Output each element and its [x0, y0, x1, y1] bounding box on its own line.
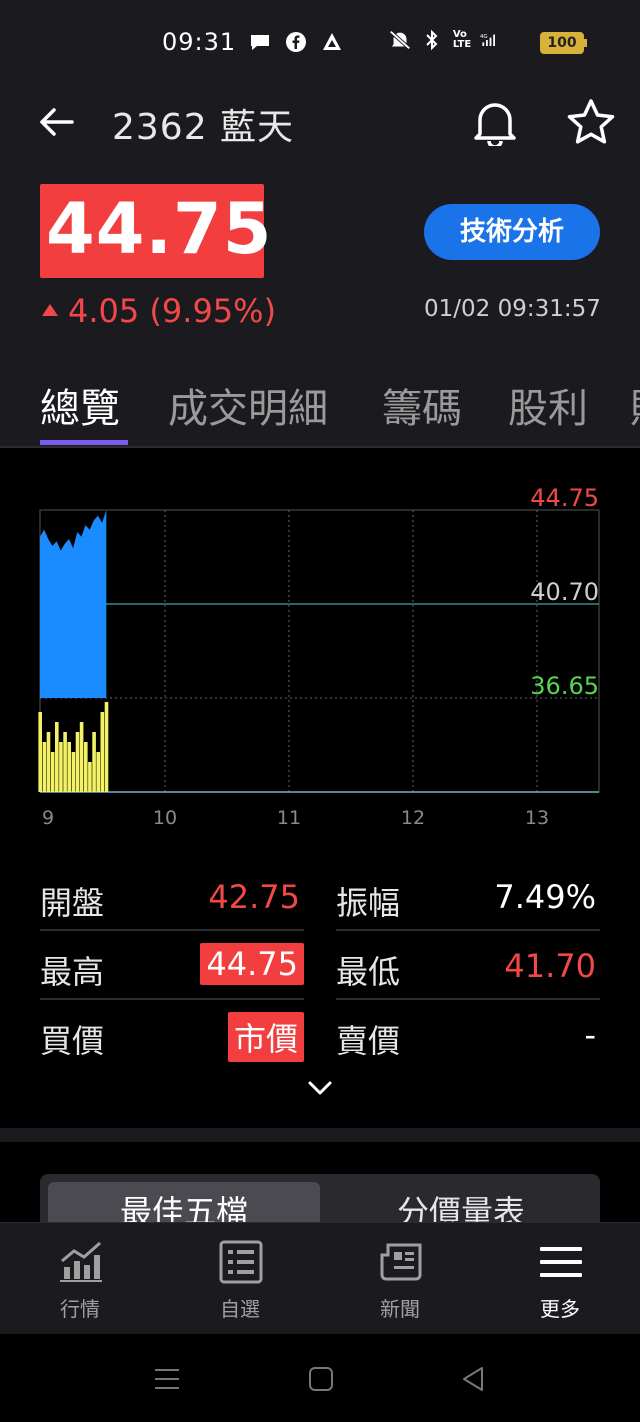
volume-bar — [84, 742, 88, 792]
volume-bar — [55, 722, 59, 792]
up-triangle-icon — [42, 304, 58, 316]
price-label-low: 36.65 — [530, 672, 599, 700]
mute-icon — [388, 28, 412, 52]
low-value: 41.70 — [504, 947, 596, 985]
back-arrow-icon[interactable] — [36, 102, 76, 142]
bluetooth-icon — [420, 28, 444, 52]
ask-value: - — [584, 1016, 596, 1054]
status-bar: 09:31 Vo LTE 4G 100 — [0, 0, 640, 86]
high-value: 44.75 — [200, 943, 304, 985]
bid-label: 買價 — [40, 1022, 105, 1060]
volume-bar — [92, 732, 96, 792]
volume-bar — [100, 712, 105, 792]
x-tick-12: 12 — [401, 807, 425, 829]
technical-analysis-button[interactable]: 技術分析 — [424, 204, 600, 260]
tab-bar: 總覽 成交明細 籌碼 股利 財 — [0, 370, 640, 448]
bell-icon[interactable] — [472, 98, 518, 146]
back-icon[interactable] — [458, 1364, 488, 1394]
page-title: 2362 藍天 — [112, 107, 295, 148]
volume-bar — [104, 702, 109, 792]
facebook-icon — [284, 30, 308, 54]
volume-bar — [42, 742, 47, 792]
signal-icon: 4G — [480, 28, 504, 52]
quote-stats: 開盤 42.75 振幅 7.49% 最高 44.75 最低 41.70 買價 市… — [40, 862, 600, 1069]
price-area — [40, 510, 107, 698]
tab-more-cutoff[interactable]: 財 — [630, 376, 640, 434]
open-value: 42.75 — [208, 878, 300, 916]
ask-label: 賣價 — [336, 1022, 401, 1060]
volume-bar — [38, 712, 42, 792]
bottom-nav: 行情 自選 新聞 更多 — [0, 1222, 640, 1334]
nav-news[interactable]: 新聞 — [320, 1223, 480, 1335]
home-icon[interactable] — [306, 1364, 336, 1394]
chart-canvas: 44.75 40.70 36.65 9 10 11 12 13 — [38, 484, 600, 829]
volume-bar — [63, 732, 67, 792]
stat-row: 開盤 42.75 振幅 7.49% — [40, 862, 600, 931]
star-icon[interactable] — [566, 98, 616, 146]
volume-bar — [71, 752, 76, 792]
news-icon — [380, 1243, 422, 1281]
nav-more[interactable]: 更多 — [480, 1223, 640, 1335]
volume-bar — [46, 732, 51, 792]
best-five-tab[interactable]: 最佳五檔 — [48, 1182, 320, 1222]
volume-bar — [88, 762, 92, 792]
low-label: 最低 — [336, 953, 401, 991]
high-label: 最高 — [40, 953, 105, 991]
amplitude-label: 振幅 — [336, 884, 401, 922]
volume-bar — [96, 752, 100, 792]
system-nav-bar — [0, 1334, 640, 1422]
volte-icon: Vo LTE — [452, 29, 472, 50]
status-time: 09:31 — [162, 28, 237, 56]
current-price: 44.75 — [40, 184, 271, 278]
volume-bar — [67, 742, 71, 792]
tab-transaction-details[interactable]: 成交明細 — [168, 376, 328, 434]
quote-timestamp: 01/02 09:31:57 — [424, 296, 601, 322]
battery-icon: 100 — [540, 32, 587, 54]
tab-chips[interactable]: 籌碼 — [382, 376, 462, 434]
volume-bar — [59, 742, 63, 792]
x-tick-10: 10 — [153, 807, 177, 829]
nav-market[interactable]: 行情 — [0, 1223, 160, 1335]
tab-dividend[interactable]: 股利 — [508, 376, 588, 434]
x-tick-13: 13 — [525, 807, 549, 829]
list-icon — [219, 1240, 263, 1284]
nav-watchlist[interactable]: 自選 — [160, 1223, 320, 1335]
amplitude-value: 7.49% — [494, 878, 596, 916]
x-tick-11: 11 — [277, 807, 301, 829]
menu-icon — [540, 1247, 582, 1277]
svg-text:4G: 4G — [480, 34, 488, 40]
stat-row: 最高 44.75 最低 41.70 — [40, 931, 600, 1000]
app-icon — [320, 30, 344, 54]
tab-active-indicator — [40, 440, 128, 445]
stat-row: 買價 市價 賣價 - — [40, 1000, 600, 1069]
price-change: 4.05 (9.95%) — [42, 292, 276, 330]
volume-bar — [50, 752, 55, 792]
price-volume-tab[interactable]: 分價量表 — [330, 1182, 592, 1222]
order-book-section: 最佳五檔 分價量表 — [0, 1142, 640, 1222]
segmented-control: 最佳五檔 分價量表 — [40, 1174, 600, 1222]
price-label-high: 44.75 — [530, 484, 599, 512]
price-label-ref: 40.70 — [530, 578, 599, 606]
bid-value: 市價 — [227, 1012, 304, 1062]
chart-icon — [60, 1241, 102, 1282]
volume-bar — [79, 722, 84, 792]
stock-header: 2362 藍天 44.75 4.05 (9.95%) 技術分析 01/02 09… — [0, 86, 640, 448]
chevron-down-icon[interactable] — [306, 1078, 334, 1098]
recent-apps-icon[interactable] — [152, 1364, 182, 1394]
volume-bar — [75, 732, 80, 792]
x-tick-9: 9 — [42, 807, 54, 829]
open-label: 開盤 — [40, 884, 105, 922]
tab-overview[interactable]: 總覽 — [40, 376, 120, 434]
chat-icon — [248, 30, 272, 54]
